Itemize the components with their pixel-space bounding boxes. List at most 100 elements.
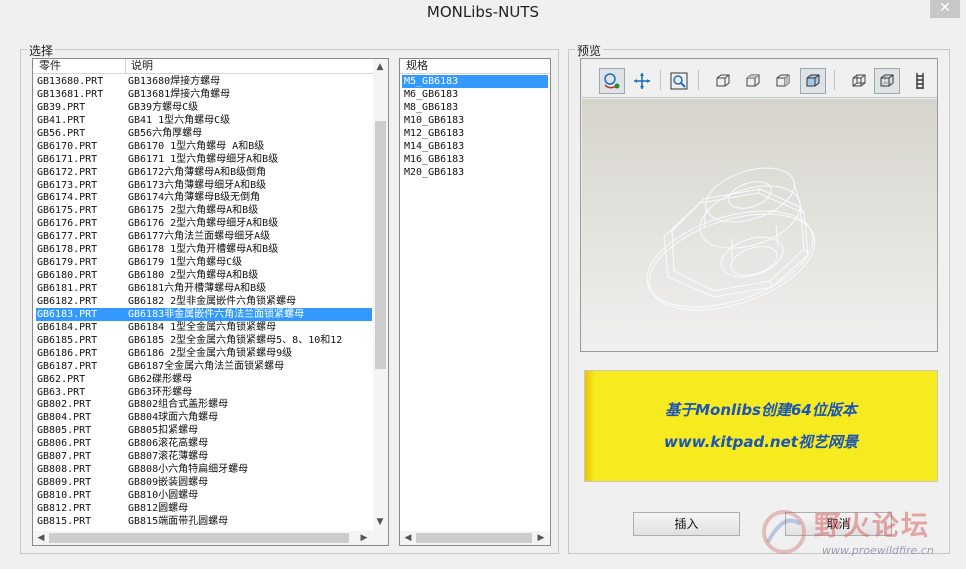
spec-scroll-right-arrow-icon[interactable]: ▶ — [534, 531, 548, 545]
spec-horizontal-scrollbar[interactable]: ◀ ▶ — [400, 531, 550, 545]
part-name: GB804.PRT — [37, 412, 92, 424]
select-group-label: 选择 — [27, 42, 56, 59]
list-item[interactable]: GB6171.PRT GB6171 1型六角螺母细牙A和B级 — [36, 153, 372, 166]
part-name: GB63.PRT — [37, 386, 86, 398]
list-item[interactable]: GB6185.PRT GB6185 2型全金属六角锁紧螺母5、8、10和12 — [36, 334, 372, 347]
spec-item[interactable]: M8_GB6183 — [402, 101, 548, 114]
list-item[interactable]: GB6174.PRT GB6174六角薄螺母B级无倒角 — [36, 191, 372, 204]
spec-item[interactable]: M20_GB6183 — [402, 166, 548, 179]
hscrollbar-thumb[interactable] — [49, 533, 349, 543]
spin-icon[interactable] — [599, 68, 625, 94]
list-item[interactable]: GB6182.PRT GB6182 2型非金属嵌件六角锁紧螺母 — [36, 295, 372, 308]
view-top-icon[interactable] — [740, 68, 766, 94]
nut-wireframe-icon — [646, 167, 816, 311]
list-item[interactable]: GB6187.PRT GB6187全金属六角法兰面锁紧螺母 — [36, 360, 372, 373]
title-bar: MONLibs-NUTS ✕ — [0, 0, 966, 26]
wireframe-icon[interactable] — [846, 68, 872, 94]
list-item[interactable]: GB6184.PRT GB6184 1型全金属六角锁紧螺母 — [36, 321, 372, 334]
list-item[interactable]: GB6180.PRT GB6180 2型六角螺母A和B级 — [36, 269, 372, 282]
part-description: GB6184 1型全金属六角锁紧螺母 — [128, 321, 277, 333]
part-description: GB6176 2型六角螺母细牙A和B级 — [128, 218, 279, 230]
list-item[interactable]: GB6176.PRT GB6176 2型六角螺母细牙A和B级 — [36, 217, 372, 230]
list-item[interactable]: GB6186.PRT GB6186 2型全金属六角锁紧螺母9级 — [36, 347, 372, 360]
column-header-spec[interactable]: 规格 — [402, 59, 428, 73]
zoom-window-icon[interactable] — [666, 68, 692, 94]
list-item[interactable]: GB41.PRT GB41 1型六角螺母C级 — [36, 114, 372, 127]
spec-item[interactable]: M10_GB6183 — [402, 114, 548, 127]
list-item[interactable]: GB62.PRT GB62碟形螺母 — [36, 373, 372, 386]
preview-frame — [580, 58, 938, 352]
banner-stripe — [585, 371, 595, 481]
list-item[interactable]: GB810.PRT GB810小圆螺母 — [36, 489, 372, 502]
part-description: GB6173六角薄螺母细牙A和B级 — [128, 179, 267, 191]
scroll-up-arrow-icon[interactable]: ▲ — [373, 60, 387, 74]
list-item[interactable]: GB13681.PRT GB13681焊接六角螺母 — [36, 88, 372, 101]
spec-list[interactable]: 规格 M5_GB6183 M6_GB6183 M8_GB6183 M10_GB6183… — [399, 58, 551, 546]
list-item[interactable]: GB6183.PRT GB6183非金属嵌件六角法兰面锁紧螺母 — [36, 307, 372, 321]
list-item[interactable]: GB56.PRT GB56六角厚螺母 — [36, 127, 372, 140]
list-item[interactable]: GB39.PRT GB39方螺母C级 — [36, 101, 372, 114]
list-item[interactable]: GB812.PRT GB812圆螺母 — [36, 502, 372, 515]
part-name: GB56.PRT — [37, 127, 86, 139]
spec-item[interactable]: M12_GB6183 — [402, 127, 548, 140]
spec-scroll-left-arrow-icon[interactable]: ◀ — [401, 531, 415, 545]
scroll-left-arrow-icon[interactable]: ◀ — [34, 531, 48, 545]
part-name: GB6181.PRT — [37, 283, 98, 294]
list-item[interactable]: GB6178.PRT GB6178 1型六角开槽螺母A和B级 — [36, 243, 372, 256]
part-name: GB6176.PRT — [37, 218, 98, 230]
model-viewport[interactable] — [582, 99, 937, 351]
parts-list-header: 零件 说明 — [33, 59, 373, 74]
list-item[interactable]: GB815.PRT GB815端面带孔圆螺母 — [36, 515, 372, 528]
parts-list[interactable]: 零件 说明 GB13680.PRT GB13680焊接方螺母 GB13681.PRT… — [32, 58, 389, 546]
list-item[interactable]: GB13680.PRT GB13680焊接方螺母 — [36, 75, 372, 88]
column-header-desc[interactable]: 说明 — [127, 59, 153, 73]
view-front-icon[interactable] — [710, 68, 736, 94]
part-description: GB6175 2型六角螺母A和B级 — [128, 205, 259, 217]
list-item[interactable]: GB6172.PRT GB6172六角薄螺母A和B级倒角 — [36, 166, 372, 179]
column-header-part[interactable]: 零件 — [35, 59, 61, 73]
spec-item[interactable]: M6_GB6183 — [402, 88, 548, 101]
hidden-line-icon[interactable] — [874, 68, 900, 94]
spec-item[interactable]: M14_GB6183 — [402, 140, 548, 153]
parts-vertical-scrollbar[interactable]: ▲ ▼ — [373, 59, 388, 531]
scroll-down-arrow-icon[interactable]: ▼ — [373, 515, 387, 529]
view-iso-icon[interactable] — [800, 68, 826, 94]
more-icon[interactable] — [908, 68, 932, 94]
scrollbar-thumb[interactable] — [375, 121, 386, 369]
part-name: GB6170.PRT — [37, 140, 98, 152]
preview-toolbar — [582, 60, 937, 98]
part-description: GB6179 1型六角螺母C级 — [128, 257, 243, 269]
banner-line-2: www.kitpad.net视艺网景 — [664, 433, 858, 451]
list-item[interactable]: GB804.PRT GB804球面六角螺母 — [36, 411, 372, 424]
list-item[interactable]: GB6177.PRT GB6177六角法兰面螺母细牙A级 — [36, 230, 372, 243]
close-button[interactable]: ✕ — [930, 0, 960, 18]
part-name: GB808.PRT — [37, 464, 92, 476]
list-item[interactable]: GB807.PRT GB807滚花薄螺母 — [36, 450, 372, 463]
spec-hscrollbar-thumb[interactable] — [416, 533, 532, 543]
banner-line-1: 基于Monlibs创建64位版本 — [665, 401, 857, 419]
part-name: GB812.PRT — [37, 502, 92, 514]
scroll-right-arrow-icon[interactable]: ▶ — [357, 531, 371, 545]
list-item[interactable]: GB6179.PRT GB6179 1型六角螺母C级 — [36, 256, 372, 269]
window-title: MONLibs-NUTS — [426, 3, 540, 21]
spec-item[interactable]: M5_GB6183 — [402, 75, 548, 88]
spec-item[interactable]: M16_GB6183 — [402, 153, 548, 166]
list-item[interactable]: GB808.PRT GB808小六角特扁细牙螺母 — [36, 463, 372, 476]
part-name: GB6180.PRT — [37, 270, 98, 282]
part-name: GB6184.PRT — [37, 321, 98, 333]
list-item[interactable]: GB806.PRT GB806滚花高螺母 — [36, 437, 372, 450]
parts-horizontal-scrollbar[interactable]: ◀ ▶ — [33, 531, 388, 545]
list-item[interactable]: GB6173.PRT GB6173六角薄螺母细牙A和B级 — [36, 179, 372, 192]
insert-button[interactable]: 插入 — [633, 512, 740, 536]
list-item[interactable]: GB6175.PRT GB6175 2型六角螺母A和B级 — [36, 204, 372, 217]
list-item[interactable]: GB63.PRT GB63环形螺母 — [36, 386, 372, 399]
list-item[interactable]: GB809.PRT GB809嵌装圆螺母 — [36, 476, 372, 489]
list-item[interactable]: GB6170.PRT GB6170 1型六角螺母 A和B级 — [36, 140, 372, 153]
list-item[interactable]: GB805.PRT GB805扣紧螺母 — [36, 424, 372, 437]
view-left-icon[interactable] — [770, 68, 796, 94]
part-name: GB805.PRT — [37, 425, 92, 437]
list-item[interactable]: GB802.PRT GB802组合式盖形螺母 — [36, 398, 372, 411]
list-item[interactable]: GB6181.PRT GB6181六角开槽薄螺母A和B级 — [36, 282, 372, 295]
part-description: GB6178 1型六角开槽螺母A和B级 — [128, 244, 279, 256]
pan-icon[interactable] — [629, 68, 655, 94]
